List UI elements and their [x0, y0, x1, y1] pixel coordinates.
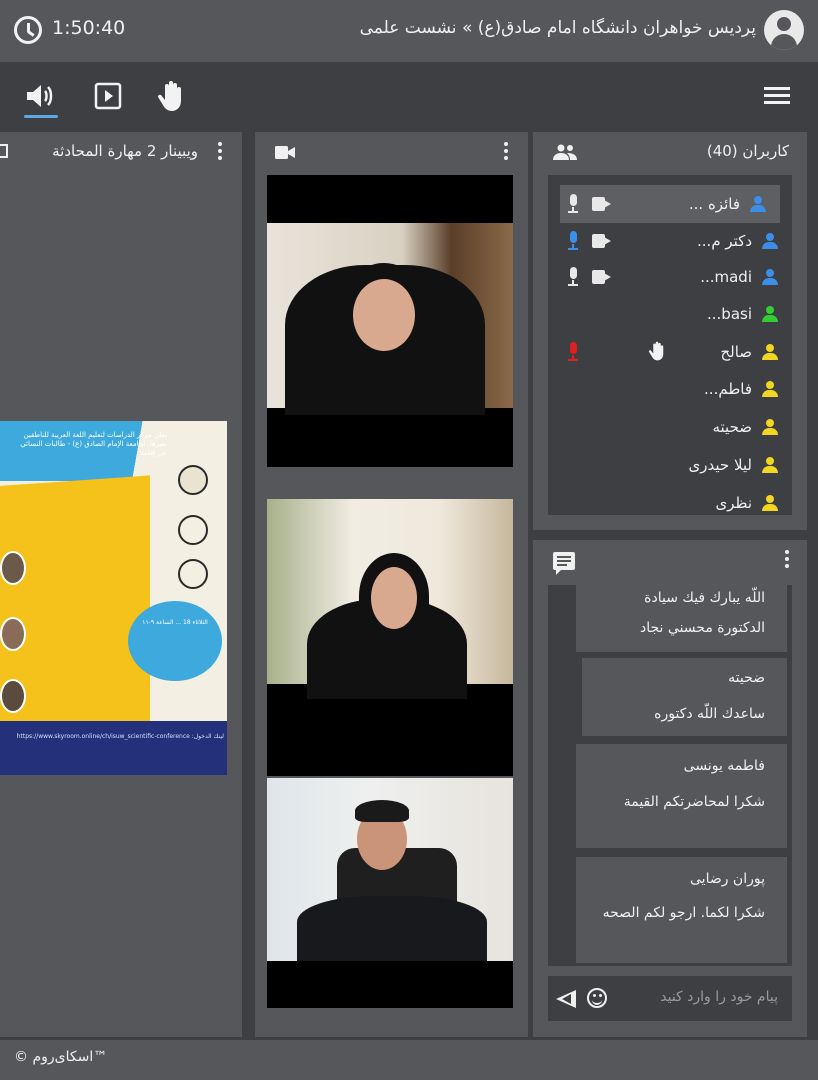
poster-event-time: الثلاثاء 18 ... الساعة ٩-١١ [142, 619, 208, 626]
user-name: basi... [706, 305, 752, 323]
microphone-icon[interactable] [568, 231, 578, 251]
chat-input[interactable]: پیام خود را وارد کنید [548, 976, 792, 1021]
user-name: دکتر م... [697, 232, 752, 250]
user-role-icon [750, 196, 766, 212]
microphone-icon[interactable] [568, 194, 578, 214]
user-name: ضحیته [712, 418, 752, 436]
chat-message-text: شكرا لكما. ارجو لكم الصحه [602, 905, 765, 921]
user-role-icon [762, 495, 778, 511]
speaker-icon[interactable] [24, 80, 56, 112]
users-count-title: کاربران (40) [706, 142, 789, 160]
user-role-icon [762, 269, 778, 285]
user-role-icon [762, 306, 778, 322]
raised-hand-icon [648, 341, 666, 366]
microphone-icon[interactable] [568, 342, 578, 362]
user-name: فائزه ... [688, 195, 740, 213]
emoji-icon[interactable] [587, 988, 607, 1008]
user-role-icon [762, 457, 778, 473]
active-tab-indicator [24, 115, 58, 118]
chat-message-text: شكرا لمحاضرتكم القيمة [623, 794, 765, 810]
chat-messages: اللّه يبارك فيك سيادة الدكتورة محسني نجا… [548, 585, 792, 966]
chat-input-placeholder: پیام خود را وارد کنید [660, 989, 778, 1005]
chat-message-author: فاطمه یونسی [683, 758, 765, 774]
chat-message-author: پوران رضایی [690, 871, 765, 887]
presentation-title: ویبینار 2 مهارة المحادثة [52, 142, 198, 160]
speaker-avatar [0, 551, 26, 585]
user-role-icon [762, 233, 778, 249]
raise-hand-icon[interactable] [155, 80, 187, 112]
user-name: فاطم... [704, 380, 752, 398]
footer: © اسکای‌روم™ [0, 1040, 818, 1080]
webinar-poster: يعلن مركز الدراسات لتعليم اللغة العربية … [0, 421, 227, 775]
user-row[interactable]: دکتر م... [548, 222, 792, 260]
user-name: madi... [700, 268, 752, 286]
poster-header: يعلن مركز الدراسات لتعليم اللغة العربية … [20, 431, 167, 457]
user-role-icon [762, 344, 778, 360]
video-camera-icon [275, 146, 295, 159]
send-icon[interactable] [556, 990, 576, 1008]
user-row[interactable]: فائزه ... [560, 185, 780, 223]
play-icon[interactable] [92, 80, 124, 112]
video-tile[interactable] [267, 175, 513, 467]
hamburger-menu-icon[interactable] [762, 80, 794, 112]
users-list: فائزه ... دکتر م... madi... basi... صالح فاطم… [548, 175, 792, 515]
university-logo [178, 465, 208, 495]
user-row[interactable]: صالح [548, 333, 792, 371]
profile-icon[interactable] [764, 10, 804, 50]
user-name: نظری [715, 494, 753, 512]
user-row[interactable]: ضحیته [548, 408, 792, 446]
camera-icon[interactable] [592, 234, 612, 248]
poster-footer: لينك الدخول: https://www.skyroom.online/… [16, 733, 224, 740]
users-panel: کاربران (40) فائزه ... دکتر م... madi... ba… [533, 132, 807, 530]
partner-logo [178, 515, 208, 545]
chat-message-text: الدكتورة محسني نجاد [640, 620, 765, 636]
user-row[interactable]: basi... [548, 295, 792, 333]
session-timer: 1:50:40 [52, 17, 126, 39]
brand-label: © اسکای‌روم™ [14, 1049, 108, 1065]
clock-icon [14, 16, 42, 44]
chat-message-text: ساعدك اللّه دكتوره [654, 706, 765, 722]
user-row[interactable]: madi... [548, 258, 792, 296]
chat-icon [553, 552, 575, 575]
user-name: صالح [720, 343, 752, 361]
chat-panel: اللّه يبارك فيك سيادة الدكتورة محسني نجا… [533, 540, 807, 1037]
user-row[interactable]: نظری [548, 484, 792, 515]
more-options-icon[interactable] [218, 142, 222, 160]
camera-icon[interactable] [592, 270, 612, 284]
chat-message-author: ضحیته [728, 670, 765, 686]
video-panel [255, 132, 528, 1037]
user-role-icon [762, 419, 778, 435]
user-row[interactable]: فاطم... [548, 370, 792, 408]
partner-logo [178, 559, 208, 589]
toolbar [0, 62, 818, 130]
room-title: پردیس خواهران دانشگاه امام صادق(ع) » نشس… [359, 18, 756, 38]
video-tile[interactable] [267, 778, 513, 1008]
chat-message-text: اللّه يبارك فيك سيادة [644, 590, 765, 606]
camera-icon[interactable] [592, 197, 612, 211]
speaker-avatar [0, 617, 26, 651]
more-options-icon[interactable] [504, 142, 508, 160]
user-row[interactable]: لیلا حیدری [548, 446, 792, 484]
chat-message: پوران رضایی شكرا لكما. ارجو لكم الصحه [576, 857, 787, 963]
fullscreen-icon[interactable] [0, 144, 8, 158]
chat-message: فاطمه یونسی شكرا لمحاضرتكم القيمة [576, 744, 787, 848]
top-bar: 1:50:40 پردیس خواهران دانشگاه امام صادق(… [0, 0, 818, 62]
presentation-panel: ویبینار 2 مهارة المحادثة يعلن مركز الدرا… [0, 132, 242, 1037]
chat-message: ضحیته ساعدك اللّه دكتوره [582, 658, 787, 736]
video-tile[interactable] [267, 499, 513, 776]
user-name: لیلا حیدری [688, 456, 752, 474]
users-icon [553, 144, 577, 160]
user-role-icon [762, 381, 778, 397]
chat-message: اللّه يبارك فيك سيادة الدكتورة محسني نجا… [576, 585, 787, 652]
microphone-icon[interactable] [568, 267, 578, 287]
speaker-avatar [0, 679, 26, 713]
more-options-icon[interactable] [785, 550, 789, 568]
